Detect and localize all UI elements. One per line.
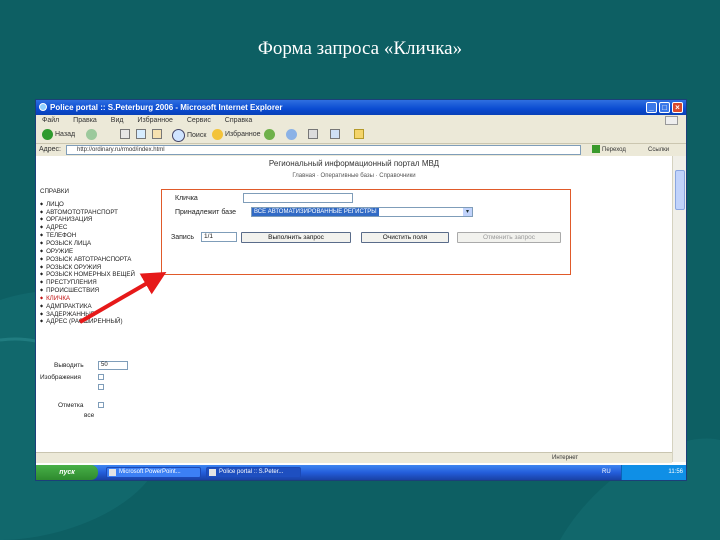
mail-icon bbox=[286, 129, 297, 140]
folder-icon bbox=[354, 129, 364, 139]
windows-logo-icon bbox=[665, 116, 678, 125]
back-arrow-icon bbox=[42, 129, 53, 140]
sidebar-item[interactable]: ЗАДЕРЖАННЫЕ bbox=[40, 311, 170, 319]
sidebar-item[interactable]: АДРЕС bbox=[40, 224, 170, 232]
images-checkbox-2[interactable] bbox=[98, 384, 104, 390]
sidebar-item[interactable]: АВТОМОТОТРАНСПОРТ bbox=[40, 209, 170, 217]
search-icon bbox=[172, 129, 185, 142]
menu-favorites[interactable]: Избранное bbox=[137, 117, 172, 124]
internet-zone-label: Интернет bbox=[552, 455, 579, 461]
ie-icon bbox=[39, 103, 47, 111]
clock: 11:56 bbox=[668, 469, 683, 475]
mark-label: Отметка bbox=[58, 402, 84, 409]
sidebar-item[interactable]: РОЗЫСК НОМЕРНЫХ ВЕЩЕЙ bbox=[40, 271, 170, 279]
taskbar-item-ie[interactable]: Police portal :: S.Peter... bbox=[206, 467, 301, 478]
window-titlebar[interactable]: Police portal :: S.Peterburg 2006 - Micr… bbox=[36, 100, 686, 115]
home-button[interactable] bbox=[152, 129, 164, 139]
highlight-box bbox=[161, 189, 571, 275]
output-count-input[interactable]: 50 bbox=[98, 361, 128, 370]
minimize-button[interactable]: _ bbox=[646, 102, 657, 113]
ie-task-icon bbox=[209, 469, 216, 476]
browser-toolbar: Назад Поиск Избранное bbox=[36, 126, 686, 144]
forward-arrow-icon bbox=[86, 129, 97, 140]
address-bar: Адрес: http://ordinary.ru/rmod/index.htm… bbox=[36, 144, 686, 156]
status-bar: Интернет bbox=[36, 452, 672, 463]
images-checkbox[interactable] bbox=[98, 374, 104, 380]
images-label: Изображения bbox=[40, 374, 81, 381]
sidebar-item[interactable]: РОЗЫСК АВТОТРАНСПОРТА bbox=[40, 256, 170, 264]
menu-bar: Файл Правка Вид Избранное Сервис Справка bbox=[36, 115, 686, 126]
go-arrow-icon bbox=[592, 145, 600, 154]
folder-button[interactable] bbox=[354, 129, 366, 139]
sidebar-item[interactable]: ПРЕСТУПЛЕНИЯ bbox=[40, 279, 170, 287]
menu-help[interactable]: Справка bbox=[225, 117, 252, 124]
address-input[interactable]: http://ordinary.ru/rmod/index.html bbox=[66, 145, 581, 155]
history-icon bbox=[264, 129, 275, 140]
powerpoint-icon bbox=[109, 469, 116, 476]
home-icon bbox=[152, 129, 162, 139]
address-label: Адрес: bbox=[39, 146, 61, 153]
vertical-scrollbar[interactable] bbox=[672, 156, 686, 462]
portal-subtitle: Главная · Оперативные базы · Справочники bbox=[292, 173, 416, 179]
stop-icon bbox=[120, 129, 130, 139]
favorites-button[interactable]: Избранное bbox=[212, 129, 260, 140]
browser-screenshot: Police portal :: S.Peterburg 2006 - Micr… bbox=[35, 99, 687, 481]
language-indicator[interactable]: RU bbox=[602, 465, 611, 480]
system-tray: RU 11:56 bbox=[602, 465, 686, 480]
edit-button[interactable] bbox=[330, 129, 342, 139]
menu-tools[interactable]: Сервис bbox=[187, 117, 211, 124]
windows-taskbar: пуск Microsoft PowerPoint... Police port… bbox=[36, 465, 686, 480]
menu-edit[interactable]: Правка bbox=[73, 117, 97, 124]
sidebar-item[interactable]: РОЗЫСК ЛИЦА bbox=[40, 240, 170, 248]
sidebar-item[interactable]: ТЕЛЕФОН bbox=[40, 232, 170, 240]
sidebar-header: СПРАВКИ bbox=[40, 188, 69, 195]
sidebar-item[interactable]: ПРОИСШЕСТВИЯ bbox=[40, 287, 170, 295]
refresh-icon bbox=[136, 129, 146, 139]
sidebar-item[interactable]: АДМПРАКТИКА bbox=[40, 303, 170, 311]
history-button[interactable] bbox=[264, 129, 277, 140]
stop-button[interactable] bbox=[120, 129, 132, 139]
maximize-button[interactable]: □ bbox=[659, 102, 670, 113]
portal-title: Региональный информационный портал МВД bbox=[268, 159, 440, 168]
mail-button[interactable] bbox=[286, 129, 299, 140]
mark-checkbox[interactable] bbox=[98, 402, 104, 408]
sidebar-item[interactable]: ОРГАНИЗАЦИЯ bbox=[40, 216, 170, 224]
all-label: все bbox=[84, 412, 95, 419]
edit-icon bbox=[330, 129, 340, 139]
sidebar-item[interactable]: КЛИЧКА bbox=[40, 295, 170, 303]
menu-view[interactable]: Вид bbox=[111, 117, 124, 124]
sidebar-menu: СПРАВКИ ЛИЦОАВТОМОТОТРАНСПОРТОРГАНИЗАЦИЯ… bbox=[40, 188, 170, 326]
printer-icon bbox=[308, 129, 318, 139]
menu-file[interactable]: Файл bbox=[42, 117, 59, 124]
slide-title: Форма запроса «Кличка» bbox=[257, 38, 463, 59]
sidebar-item[interactable]: ЛИЦО bbox=[40, 201, 170, 209]
window-title: Police portal :: S.Peterburg 2006 - Micr… bbox=[50, 103, 283, 112]
taskbar-item-powerpoint[interactable]: Microsoft PowerPoint... bbox=[106, 467, 201, 478]
sidebar-item[interactable]: ОРУЖИЕ bbox=[40, 248, 170, 256]
start-button[interactable]: пуск bbox=[36, 465, 98, 480]
output-label: Выводить bbox=[54, 362, 84, 369]
search-button[interactable]: Поиск bbox=[172, 129, 206, 142]
print-button[interactable] bbox=[308, 129, 320, 139]
close-button[interactable]: × bbox=[672, 102, 683, 113]
back-button[interactable]: Назад bbox=[42, 129, 75, 140]
forward-button[interactable] bbox=[86, 129, 99, 140]
sidebar-item[interactable]: АДРЕС (РАСШИРЕННЫЙ) bbox=[40, 318, 170, 326]
links-button[interactable]: Ссылки bbox=[648, 144, 669, 156]
scrollbar-thumb[interactable] bbox=[675, 170, 685, 210]
go-button[interactable]: Переход bbox=[592, 145, 634, 155]
refresh-button[interactable] bbox=[136, 129, 148, 139]
star-icon bbox=[212, 129, 223, 140]
